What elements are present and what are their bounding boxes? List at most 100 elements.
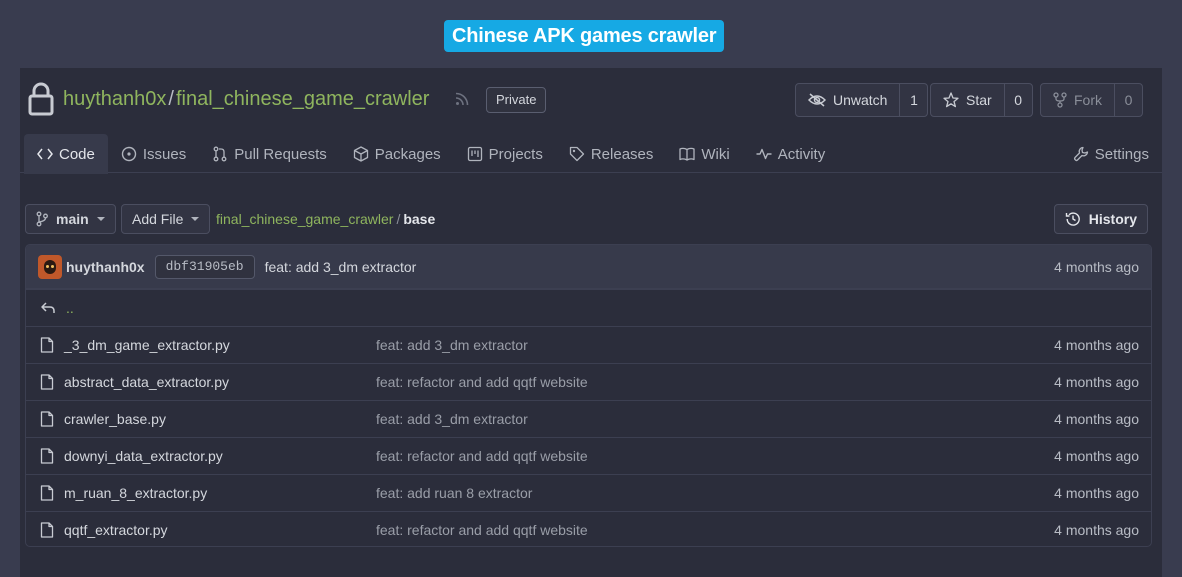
unwatch-button[interactable]: Unwatch xyxy=(796,84,899,116)
repo-owner-link[interactable]: huythanh0x xyxy=(63,88,166,110)
chevron-down-icon xyxy=(191,217,200,221)
file-name[interactable]: abstract_data_extractor.py xyxy=(64,374,229,390)
star-button[interactable]: Star xyxy=(931,84,1004,116)
repo-tabs: Code Issues Pull Requests Packages Proje… xyxy=(24,134,838,174)
parent-directory-link[interactable]: .. xyxy=(66,300,74,316)
file-row[interactable]: downyi_data_extractor.py feat: refactor … xyxy=(26,437,1151,474)
star-count[interactable]: 0 xyxy=(1003,84,1032,116)
file-icon xyxy=(40,411,54,427)
branch-selector[interactable]: main xyxy=(25,204,116,234)
tab-issues[interactable]: Issues xyxy=(108,134,199,174)
tab-pull-requests-label: Pull Requests xyxy=(234,145,327,163)
tab-issues-label: Issues xyxy=(142,145,187,163)
history-icon xyxy=(1065,212,1080,226)
eye-slash-icon xyxy=(808,93,826,107)
fork-icon xyxy=(1053,92,1067,108)
file-commit-time: 4 months ago xyxy=(1054,374,1139,390)
fork-button[interactable]: Fork xyxy=(1041,84,1114,116)
file-commit-message[interactable]: feat: refactor and add qqtf website xyxy=(376,448,588,464)
file-list: huythanh0x dbf31905eb feat: add 3_dm ext… xyxy=(25,244,1152,547)
file-row[interactable]: _3_dm_game_extractor.py feat: add 3_dm e… xyxy=(26,326,1151,363)
file-commit-time: 4 months ago xyxy=(1054,522,1139,538)
tab-releases-label: Releases xyxy=(590,145,654,163)
breadcrumb-separator: / xyxy=(396,211,401,227)
pull-request-icon xyxy=(213,146,227,162)
tab-wiki[interactable]: Wiki xyxy=(666,134,742,174)
add-file-label: Add File xyxy=(132,211,184,227)
tab-wiki-label: Wiki xyxy=(701,145,730,163)
breadcrumb-repo-link[interactable]: final_chinese_game_crawler xyxy=(216,211,393,227)
branch-name: main xyxy=(56,211,89,227)
file-name[interactable]: m_ruan_8_extractor.py xyxy=(64,485,207,501)
file-commit-time: 4 months ago xyxy=(1054,411,1139,427)
star-group: Star 0 xyxy=(930,83,1033,117)
file-name[interactable]: downyi_data_extractor.py xyxy=(64,448,223,464)
repo-path-separator: / xyxy=(168,88,174,110)
tab-settings[interactable]: Settings xyxy=(1060,134,1162,174)
avatar[interactable] xyxy=(38,254,62,279)
star-icon xyxy=(943,92,959,108)
tab-settings-label: Settings xyxy=(1094,145,1149,163)
file-name[interactable]: qqtf_extractor.py xyxy=(64,522,168,538)
file-row[interactable]: qqtf_extractor.py feat: refactor and add… xyxy=(26,511,1151,546)
breadcrumb: final_chinese_game_crawler / base xyxy=(216,211,435,227)
commit-time: 4 months ago xyxy=(1054,258,1139,275)
file-commit-message[interactable]: feat: add 3_dm extractor xyxy=(376,337,528,353)
tab-pull-requests[interactable]: Pull Requests xyxy=(199,134,340,174)
fork-group: Fork 0 xyxy=(1040,83,1143,117)
tab-projects-label: Projects xyxy=(488,145,543,163)
tab-projects[interactable]: Projects xyxy=(454,134,556,174)
reply-arrow-icon xyxy=(41,302,55,313)
file-icon xyxy=(40,485,54,501)
file-name[interactable]: crawler_base.py xyxy=(64,411,166,427)
history-button[interactable]: History xyxy=(1053,204,1148,234)
file-commit-message[interactable]: feat: add 3_dm extractor xyxy=(376,411,528,427)
file-toolbar: main Add File final_chinese_game_crawler… xyxy=(25,204,1148,234)
file-commit-message[interactable]: feat: refactor and add qqtf website xyxy=(376,522,588,538)
file-icon xyxy=(40,448,54,464)
file-icon xyxy=(40,374,54,390)
rss-icon[interactable] xyxy=(455,92,469,106)
unwatch-label: Unwatch xyxy=(833,92,888,108)
add-file-button[interactable]: Add File xyxy=(121,204,211,234)
repo-name-link[interactable]: final_chinese_game_crawler xyxy=(176,88,429,110)
file-row[interactable]: crawler_base.py feat: add 3_dm extractor… xyxy=(26,400,1151,437)
fork-label: Fork xyxy=(1074,92,1102,108)
tab-releases[interactable]: Releases xyxy=(556,134,667,174)
branch-icon xyxy=(36,211,48,227)
repo-page: huythanh0x / final_chinese_game_crawler Pr… xyxy=(20,68,1162,577)
commit-sha[interactable]: dbf31905eb xyxy=(154,254,255,279)
commit-message[interactable]: feat: add 3_dm extractor xyxy=(265,259,417,275)
latest-commit: huythanh0x dbf31905eb feat: add 3_dm ext… xyxy=(26,245,1151,289)
pulse-icon xyxy=(756,148,772,160)
tab-activity[interactable]: Activity xyxy=(743,134,839,174)
file-icon xyxy=(40,337,54,353)
watch-count[interactable]: 1 xyxy=(899,84,927,116)
tab-packages-label: Packages xyxy=(374,145,441,163)
file-commit-time: 4 months ago xyxy=(1054,337,1139,353)
lock-icon xyxy=(28,82,54,116)
repo-path: huythanh0x / final_chinese_game_crawler xyxy=(63,88,429,111)
watch-group: Unwatch 1 xyxy=(795,83,929,117)
package-icon xyxy=(353,146,368,162)
fork-count[interactable]: 0 xyxy=(1114,84,1142,116)
tab-code[interactable]: Code xyxy=(24,134,108,174)
file-commit-time: 4 months ago xyxy=(1054,448,1139,464)
commit-author[interactable]: huythanh0x xyxy=(66,259,145,275)
star-label: Star xyxy=(966,92,992,108)
file-commit-time: 4 months ago xyxy=(1054,485,1139,501)
history-label: History xyxy=(1088,211,1137,227)
parent-directory-row[interactable]: .. xyxy=(26,289,1151,326)
repo-header: huythanh0x / final_chinese_game_crawler Pr… xyxy=(20,68,1162,174)
tab-code-label: Code xyxy=(59,145,95,163)
file-row[interactable]: m_ruan_8_extractor.py feat: add ruan 8 e… xyxy=(26,474,1151,511)
tab-packages[interactable]: Packages xyxy=(340,134,454,174)
title-badge: Chinese APK games crawler xyxy=(444,20,725,52)
file-name[interactable]: _3_dm_game_extractor.py xyxy=(64,337,230,353)
file-commit-message[interactable]: feat: refactor and add qqtf website xyxy=(376,374,588,390)
tab-activity-label: Activity xyxy=(777,145,826,163)
project-icon xyxy=(467,146,482,162)
visibility-badge: Private xyxy=(486,87,547,113)
file-row[interactable]: abstract_data_extractor.py feat: refacto… xyxy=(26,363,1151,400)
file-commit-message[interactable]: feat: add ruan 8 extractor xyxy=(376,485,532,501)
